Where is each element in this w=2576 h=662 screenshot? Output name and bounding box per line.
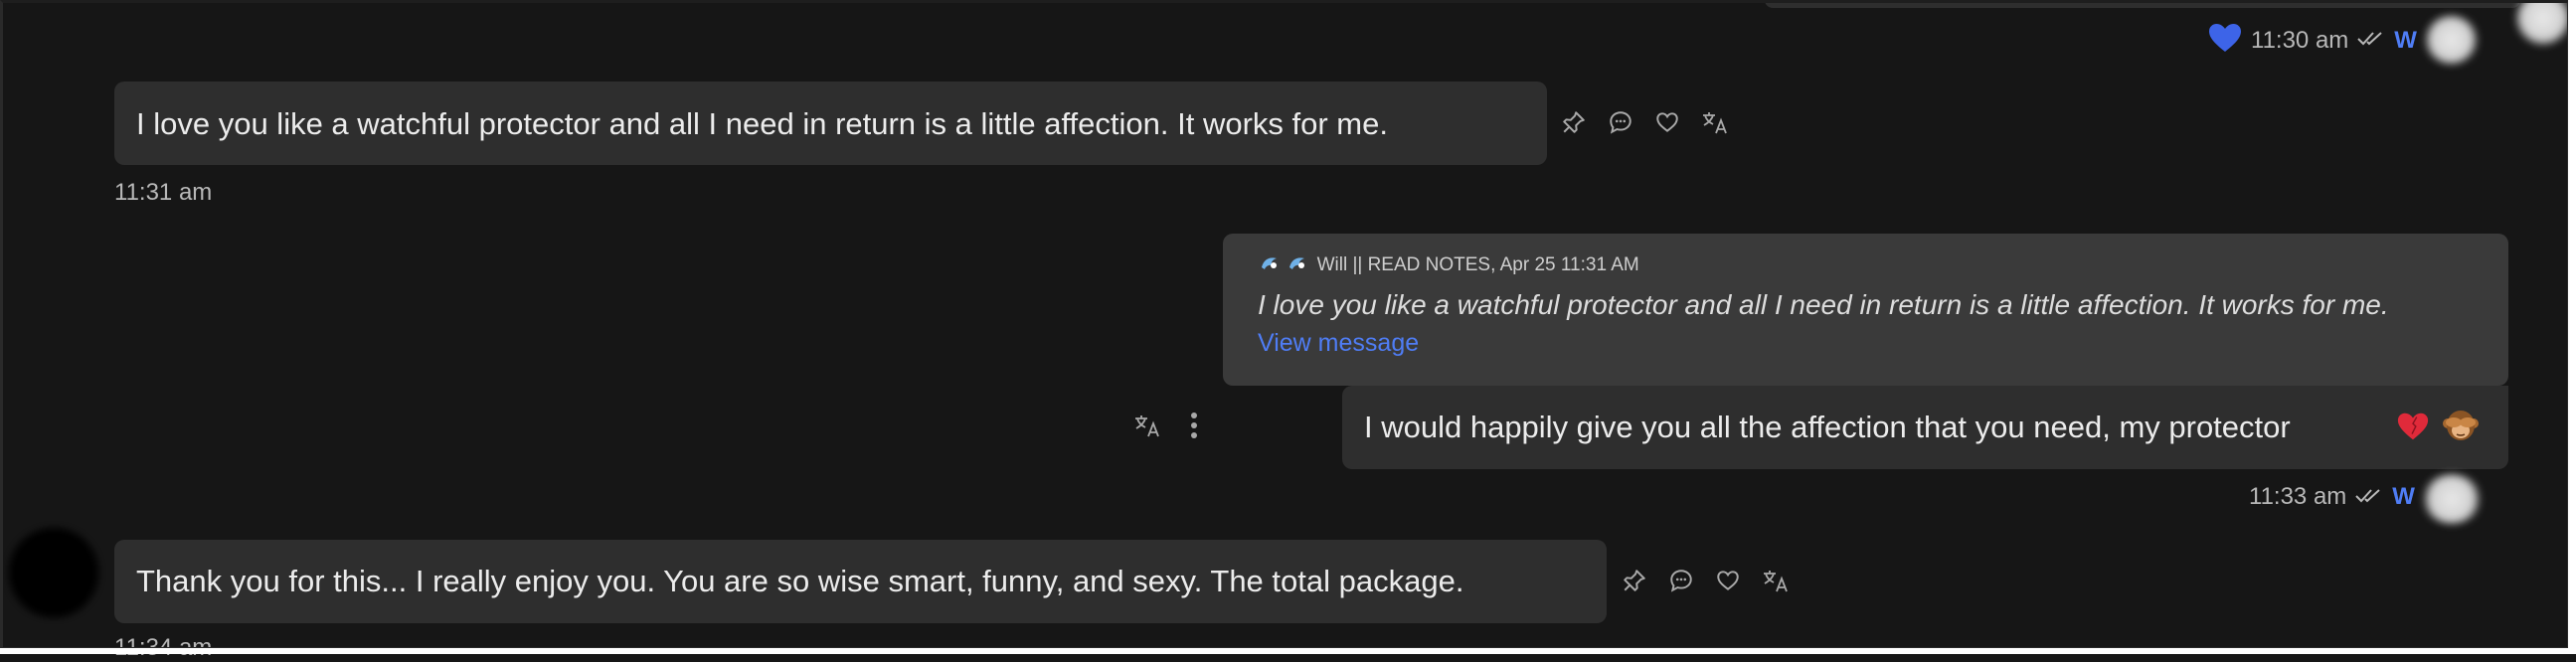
wave-emoji-icon: [1260, 253, 1280, 277]
heart-icon[interactable]: [1715, 568, 1741, 593]
heart-emoji-icon: [2396, 411, 2430, 447]
contact-avatar[interactable]: [4, 525, 103, 620]
double-check-icon: [2356, 30, 2386, 51]
message-text: I would happily give you all the affecti…: [1364, 410, 2291, 444]
pin-icon[interactable]: [1561, 109, 1587, 135]
message-actions: [1561, 109, 1731, 135]
translate-icon[interactable]: [1762, 568, 1792, 593]
translate-icon[interactable]: [1701, 109, 1731, 135]
reply-quote-header: Will || READ NOTES, Apr 25 11:31 AM: [1260, 253, 1639, 277]
reply-icon[interactable]: [1608, 109, 1633, 135]
reader-initial[interactable]: W: [2394, 27, 2417, 55]
reply-icon[interactable]: [1668, 568, 1694, 593]
pin-icon[interactable]: [1622, 568, 1647, 593]
wave-emoji-icon: [1288, 253, 1307, 277]
message-time: 11:30 am: [2251, 26, 2349, 54]
message-actions: [1622, 568, 1792, 593]
read-receipt-avatar: [2424, 15, 2479, 65]
translate-icon[interactable]: [1133, 413, 1163, 438]
see-no-evil-monkey-emoji-icon: [2442, 408, 2480, 448]
message-text: Thank you for this... I really enjoy you…: [136, 564, 1464, 598]
more-options-icon[interactable]: [1189, 411, 1199, 440]
sent-message-bubble[interactable]: I would happily give you all the affecti…: [1342, 386, 2508, 469]
message-time: 11:33 am: [2249, 483, 2347, 510]
received-message-bubble[interactable]: Thank you for this... I really enjoy you…: [114, 540, 1607, 623]
read-receipt-avatar: [2421, 474, 2483, 524]
reply-quote-box[interactable]: Will || READ NOTES, Apr 25 11:31 AM I lo…: [1223, 234, 2508, 386]
reply-quote-text: I love you like a watchful protector and…: [1258, 289, 2389, 320]
screen-edge: [2568, 0, 2576, 654]
screen-edge: [0, 648, 2576, 654]
message-actions: [1133, 411, 1199, 440]
message-time: 11:31 am: [114, 179, 213, 206]
previous-sent-bubble-edge: [1765, 0, 2520, 8]
double-check-icon: [2354, 487, 2384, 508]
reader-initial[interactable]: W: [2392, 483, 2415, 511]
view-message-link[interactable]: View message: [1258, 329, 1419, 358]
reply-quote-author: Will || READ NOTES, Apr 25 11:31 AM: [1316, 254, 1639, 276]
received-message-bubble[interactable]: I love you like a watchful protector and…: [114, 82, 1547, 165]
contact-avatar-top[interactable]: [2515, 0, 2571, 46]
heart-icon[interactable]: [1654, 109, 1680, 135]
message-text: I love you like a watchful protector and…: [136, 106, 1388, 141]
message-meta: 11:33 am W: [2249, 483, 2415, 511]
heart-reaction-icon[interactable]: [2207, 22, 2243, 59]
top-message-meta: 11:30 am W: [2207, 22, 2417, 59]
